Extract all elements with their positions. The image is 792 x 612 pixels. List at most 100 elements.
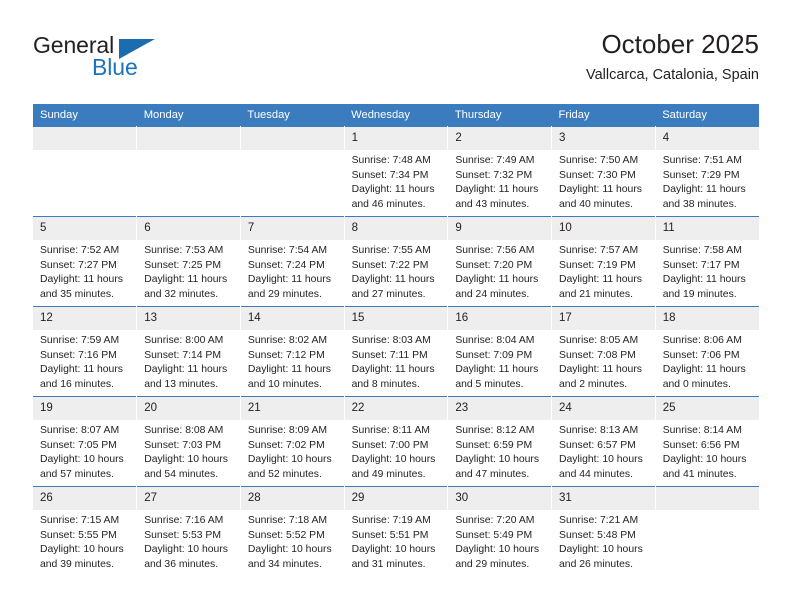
sunset-text: Sunset: 7:03 PM: [144, 439, 222, 451]
calendar-day-cell[interactable]: 5 Sunrise: 7:52 AM Sunset: 7:27 PM Daylight…: [33, 216, 138, 307]
location-subtitle: Vallcarca, Catalonia, Spain: [585, 67, 759, 83]
daylight-text: Daylight: 11 hours: [662, 184, 746, 196]
daylight-text-cont: and 46 minutes.: [351, 198, 426, 210]
day-number: 2: [448, 127, 552, 150]
sunset-text: Sunset: 5:55 PM: [40, 529, 117, 541]
calendar-day-cell[interactable]: 3 Sunrise: 7:50 AM Sunset: 7:30 PM Daylight…: [551, 126, 656, 217]
daylight-text-cont: and 40 minutes.: [559, 198, 633, 210]
daylight-text: Daylight: 11 hours: [351, 364, 435, 376]
day-details: Sunrise: 8:11 AM Sunset: 7:00 PM Daylight:…: [345, 420, 448, 482]
calendar-day-cell[interactable]: 1 Sunrise: 7:48 AM Sunset: 7:34 PM Daylight…: [344, 126, 449, 217]
calendar-day-cell[interactable]: 20 Sunrise: 8:08 AM Sunset: 7:03 PM Dayligh…: [136, 396, 241, 487]
day-number: 18: [655, 307, 759, 330]
daylight-text: Daylight: 10 hours: [247, 454, 332, 466]
calendar-day-cell[interactable]: 22 Sunrise: 8:11 AM Sunset: 7:00 PM Dayligh…: [344, 396, 449, 487]
sunset-text: Sunset: 7:14 PM: [144, 349, 222, 361]
calendar-day-cell[interactable]: 27 Sunrise: 7:16 AM Sunset: 5:53 PM Dayligh…: [136, 486, 241, 577]
sunrise-text: Sunrise: 7:50 AM: [559, 155, 639, 166]
day-number: 3: [552, 127, 655, 150]
calendar-table: Sunday Monday Tuesday Wednesday Thursday…: [33, 104, 759, 577]
day-details: Sunrise: 7:19 AM Sunset: 5:51 PM Daylight:…: [345, 510, 448, 572]
calendar-day-cell[interactable]: 17 Sunrise: 8:05 AM Sunset: 7:08 PM Dayligh…: [551, 306, 656, 397]
day-details: Sunrise: 8:02 AM Sunset: 7:12 PM Daylight:…: [241, 330, 344, 392]
day-details: Sunrise: 7:51 AM Sunset: 7:29 PM Daylight:…: [656, 150, 759, 212]
calendar-day-cell[interactable]: 21 Sunrise: 8:09 AM Sunset: 7:02 PM Dayligh…: [240, 396, 345, 487]
day-number: 25: [655, 397, 759, 420]
day-number: 26: [33, 487, 137, 510]
daylight-text-cont: and 35 minutes.: [40, 288, 114, 300]
sunrise-text: Sunrise: 7:18 AM: [247, 515, 328, 526]
calendar-day-cell[interactable]: 30 Sunrise: 7:20 AM Sunset: 5:49 PM Dayligh…: [447, 486, 553, 577]
calendar-day-cell[interactable]: 26 Sunrise: 7:15 AM Sunset: 5:55 PM Dayligh…: [33, 486, 138, 577]
calendar-day-cell[interactable]: 6 Sunrise: 7:53 AM Sunset: 7:25 PM Daylight…: [136, 216, 241, 307]
calendar-day-cell[interactable]: 7 Sunrise: 7:54 AM Sunset: 7:24 PM Daylight…: [240, 216, 345, 307]
calendar-day-cell[interactable]: 12 Sunrise: 7:59 AM Sunset: 7:16 PM Dayligh…: [33, 306, 138, 397]
day-details: Sunrise: 7:21 AM Sunset: 5:48 PM Daylight:…: [552, 510, 655, 572]
calendar-day-cell[interactable]: 2 Sunrise: 7:49 AM Sunset: 7:32 PM Daylight…: [447, 126, 553, 217]
sunrise-text: Sunrise: 8:00 AM: [144, 335, 224, 346]
calendar-day-cell[interactable]: 28 Sunrise: 7:18 AM Sunset: 5:52 PM Dayligh…: [240, 486, 345, 577]
daylight-text-cont: and 0 minutes.: [662, 378, 731, 390]
calendar-day-cell[interactable]: 16 Sunrise: 8:04 AM Sunset: 7:09 PM Dayligh…: [447, 306, 553, 397]
sunset-text: Sunset: 5:52 PM: [247, 529, 325, 541]
day-details: Sunrise: 7:50 AM Sunset: 7:30 PM Daylight:…: [552, 150, 655, 212]
daylight-text-cont: and 29 minutes.: [455, 558, 530, 570]
daylight-text-cont: and 32 minutes.: [144, 288, 219, 300]
daylight-text: Daylight: 10 hours: [351, 454, 436, 466]
daylight-text: Daylight: 11 hours: [455, 184, 539, 196]
calendar-week-row: 5 Sunrise: 7:52 AM Sunset: 7:27 PM Daylight…: [33, 216, 759, 307]
daylight-text: Daylight: 11 hours: [247, 364, 331, 376]
sunrise-text: Sunrise: 8:05 AM: [559, 335, 639, 346]
daylight-text-cont: and 49 minutes.: [351, 468, 426, 480]
calendar-day-cell[interactable]: 18 Sunrise: 8:06 AM Sunset: 7:06 PM Dayligh…: [655, 306, 759, 397]
calendar-week-row: 12 Sunrise: 7:59 AM Sunset: 7:16 PM Dayligh…: [33, 306, 759, 397]
daylight-text-cont: and 29 minutes.: [247, 288, 322, 300]
day-details: Sunrise: 7:58 AM Sunset: 7:17 PM Daylight:…: [656, 240, 759, 302]
daylight-text: Daylight: 10 hours: [559, 454, 643, 466]
daylight-text-cont: and 2 minutes.: [559, 378, 628, 390]
daylight-text-cont: and 44 minutes.: [559, 468, 633, 480]
calendar-day-cell[interactable]: 31 Sunrise: 7:21 AM Sunset: 5:48 PM Dayligh…: [551, 486, 656, 577]
calendar-day-cell[interactable]: 4 Sunrise: 7:51 AM Sunset: 7:29 PM Daylight…: [655, 126, 759, 217]
daylight-text: Daylight: 10 hours: [662, 454, 747, 466]
calendar-day-cell[interactable]: 14 Sunrise: 8:02 AM Sunset: 7:12 PM Dayligh…: [240, 306, 345, 397]
daylight-text-cont: and 24 minutes.: [455, 288, 530, 300]
sunset-text: Sunset: 7:16 PM: [40, 349, 117, 361]
sunrise-text: Sunrise: 7:16 AM: [144, 515, 224, 526]
calendar-day-cell[interactable]: 19 Sunrise: 8:07 AM Sunset: 7:05 PM Dayligh…: [33, 396, 138, 487]
daylight-text-cont: and 54 minutes.: [144, 468, 219, 480]
daylight-text-cont: and 47 minutes.: [455, 468, 530, 480]
day-details: Sunrise: 7:59 AM Sunset: 7:16 PM Daylight:…: [33, 330, 136, 392]
calendar-week-row: 19 Sunrise: 8:07 AM Sunset: 7:05 PM Dayligh…: [33, 396, 759, 487]
generalblue-logo[interactable]: General Blue: [33, 32, 253, 88]
calendar-day-cell[interactable]: 25 Sunrise: 8:14 AM Sunset: 6:56 PM Dayligh…: [655, 396, 759, 487]
daylight-text: Daylight: 10 hours: [351, 544, 436, 556]
day-details: Sunrise: 8:09 AM Sunset: 7:02 PM Daylight:…: [241, 420, 344, 482]
calendar-day-cell[interactable]: 23 Sunrise: 8:12 AM Sunset: 6:59 PM Dayligh…: [447, 396, 553, 487]
calendar-day-cell[interactable]: 24 Sunrise: 8:13 AM Sunset: 6:57 PM Dayligh…: [551, 396, 656, 487]
sunset-text: Sunset: 7:20 PM: [455, 259, 533, 271]
daylight-text-cont: and 39 minutes.: [40, 558, 114, 570]
daylight-text-cont: and 16 minutes.: [40, 378, 114, 390]
day-number: 15: [344, 307, 448, 330]
brand-name-blue: Blue: [92, 54, 138, 80]
calendar-day-cell[interactable]: 15 Sunrise: 8:03 AM Sunset: 7:11 PM Dayligh…: [344, 306, 449, 397]
calendar-day-cell[interactable]: 29 Sunrise: 7:19 AM Sunset: 5:51 PM Dayligh…: [344, 486, 449, 577]
weekday-header-monday: Monday: [136, 104, 241, 127]
calendar-day-cell[interactable]: 9 Sunrise: 7:56 AM Sunset: 7:20 PM Daylight…: [447, 216, 553, 307]
daylight-text: Daylight: 11 hours: [662, 364, 746, 376]
page-title: October 2025: [601, 29, 759, 59]
calendar-day-cell[interactable]: 11 Sunrise: 7:58 AM Sunset: 7:17 PM Dayligh…: [655, 216, 759, 307]
day-number: 29: [344, 487, 448, 510]
sunrise-text: Sunrise: 7:53 AM: [144, 245, 224, 256]
calendar-day-cell[interactable]: 10 Sunrise: 7:57 AM Sunset: 7:19 PM Dayligh…: [551, 216, 656, 307]
day-number: 6: [137, 217, 240, 240]
calendar-day-cell-empty: [33, 126, 138, 217]
daylight-text: Daylight: 11 hours: [40, 364, 123, 376]
day-number: 9: [448, 217, 552, 240]
calendar-day-cell[interactable]: 8 Sunrise: 7:55 AM Sunset: 7:22 PM Daylight…: [344, 216, 449, 307]
day-number: 28: [240, 487, 344, 510]
calendar-day-cell[interactable]: 13 Sunrise: 8:00 AM Sunset: 7:14 PM Dayligh…: [136, 306, 241, 397]
day-number: [240, 127, 344, 150]
day-details: Sunrise: 8:12 AM Sunset: 6:59 PM Daylight:…: [448, 420, 551, 482]
